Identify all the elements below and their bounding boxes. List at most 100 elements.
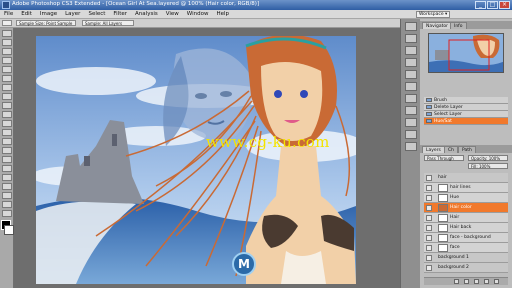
add-mask-icon[interactable] xyxy=(464,279,469,284)
magic-wand-tool-icon[interactable] xyxy=(2,57,12,64)
document-canvas[interactable] xyxy=(36,36,356,284)
actions-panel-icon[interactable] xyxy=(405,94,417,103)
history-row[interactable]: Select Layer xyxy=(424,111,508,118)
brushes-panel-icon[interactable] xyxy=(405,106,417,115)
new-group-icon[interactable] xyxy=(474,279,479,284)
tab-channels[interactable]: Ch xyxy=(444,146,458,153)
menu-image[interactable]: Image xyxy=(36,10,61,19)
sample-size-dropdown[interactable]: Sample Size: Point Sample xyxy=(16,20,76,26)
background-color-swatch[interactable] xyxy=(4,225,14,235)
visibility-eye-icon[interactable] xyxy=(426,225,432,231)
layer-row[interactable]: hair lines xyxy=(424,183,508,193)
styles-panel-icon[interactable] xyxy=(405,70,417,79)
watermark-text: www.cg-ku.com xyxy=(206,133,330,151)
brush-tool-icon[interactable] xyxy=(2,93,12,100)
layer-group-row[interactable]: background 1 xyxy=(424,253,508,263)
paragraph-panel-icon[interactable] xyxy=(405,142,417,151)
visibility-eye-icon[interactable] xyxy=(426,205,432,211)
eyedropper-tool-icon[interactable] xyxy=(2,192,12,199)
layer-row[interactable]: face xyxy=(424,243,508,253)
layer-group-row[interactable]: hair xyxy=(424,173,508,183)
marquee-tool-icon[interactable] xyxy=(2,39,12,46)
tab-info[interactable]: Info xyxy=(450,22,467,29)
layer-row[interactable]: Hue xyxy=(424,193,508,203)
menu-window[interactable]: Window xyxy=(183,10,213,19)
workspace-dropdown[interactable]: Workspace ▾ xyxy=(416,11,450,18)
history-row[interactable]: Brush xyxy=(424,97,508,104)
history-snapshot-thumb xyxy=(426,119,432,123)
history-row-selected[interactable]: Hue/Sat xyxy=(424,118,508,125)
path-selection-tool-icon[interactable] xyxy=(2,174,12,181)
swatches-panel-icon[interactable] xyxy=(405,58,417,67)
color-swatches[interactable] xyxy=(0,220,14,236)
maximize-button[interactable]: □ xyxy=(487,1,498,9)
menu-layer[interactable]: Layer xyxy=(61,10,84,19)
history-snapshot-thumb xyxy=(426,105,432,109)
visibility-eye-icon[interactable] xyxy=(426,175,432,181)
menu-select[interactable]: Select xyxy=(84,10,109,19)
layer-thumbnail xyxy=(438,204,448,212)
menu-edit[interactable]: Edit xyxy=(17,10,36,19)
trash-icon[interactable] xyxy=(494,279,499,284)
tab-layers[interactable]: Layers xyxy=(422,146,445,153)
navigator-thumbnail[interactable] xyxy=(428,33,504,73)
close-button[interactable]: × xyxy=(499,1,510,9)
move-tool-icon[interactable] xyxy=(2,30,12,37)
menu-view[interactable]: View xyxy=(162,10,183,19)
visibility-eye-icon[interactable] xyxy=(426,265,432,271)
lasso-tool-icon[interactable] xyxy=(2,48,12,55)
visibility-eye-icon[interactable] xyxy=(426,185,432,191)
crop-tool-icon[interactable] xyxy=(2,66,12,73)
minimize-button[interactable]: _ xyxy=(475,1,486,9)
blend-mode-dropdown[interactable]: Pass Through xyxy=(424,155,464,161)
window-title: Adobe Photoshop CS3 Extended - [Ocean Gi… xyxy=(12,1,260,7)
character-panel-icon[interactable] xyxy=(405,130,417,139)
menu-filter[interactable]: Filter xyxy=(109,10,131,19)
tab-paths[interactable]: Path xyxy=(458,146,476,153)
tab-navigator[interactable]: Navigator xyxy=(422,22,453,29)
healing-brush-tool-icon[interactable] xyxy=(2,84,12,91)
color-panel-icon[interactable] xyxy=(405,46,417,55)
add-layer-style-icon[interactable] xyxy=(454,279,459,284)
layer-thumbnail xyxy=(438,194,448,202)
eraser-tool-icon[interactable] xyxy=(2,120,12,127)
opacity-field[interactable]: Opacity: 100% xyxy=(468,155,508,161)
fill-field[interactable]: Fill: 100% xyxy=(468,163,508,169)
new-layer-icon[interactable] xyxy=(484,279,489,284)
zoom-tool-icon[interactable] xyxy=(2,210,12,217)
menu-analysis[interactable]: Analysis xyxy=(131,10,162,19)
eyedropper-tool-preset-icon[interactable] xyxy=(2,20,12,26)
visibility-eye-icon[interactable] xyxy=(426,215,432,221)
layer-row-selected[interactable]: Hair color xyxy=(424,203,508,213)
tool-presets-panel-icon[interactable] xyxy=(405,118,417,127)
visibility-eye-icon[interactable] xyxy=(426,245,432,251)
history-brush-tool-icon[interactable] xyxy=(2,111,12,118)
sample-dropdown[interactable]: Sample: All Layers xyxy=(82,20,134,26)
visibility-eye-icon[interactable] xyxy=(426,255,432,261)
menu-file[interactable]: File xyxy=(0,10,17,19)
history-panel-icon[interactable] xyxy=(405,82,417,91)
layers-tab-bar: Layers Ch Path xyxy=(420,145,512,153)
visibility-eye-icon[interactable] xyxy=(426,235,432,241)
slice-tool-icon[interactable] xyxy=(2,75,12,82)
history-snapshot-thumb xyxy=(426,112,432,116)
history-row[interactable]: Delete Layer xyxy=(424,104,508,111)
dodge-tool-icon[interactable] xyxy=(2,147,12,154)
histogram-panel-icon[interactable] xyxy=(405,34,417,43)
layer-row[interactable]: Hair back xyxy=(424,223,508,233)
blur-tool-icon[interactable] xyxy=(2,138,12,145)
layer-row[interactable]: Hair xyxy=(424,213,508,223)
navigator-panel-icon[interactable] xyxy=(405,22,417,31)
layer-row[interactable]: face - background xyxy=(424,233,508,243)
history-label: Hue/Sat xyxy=(434,119,452,124)
pen-tool-icon[interactable] xyxy=(2,156,12,163)
menu-help[interactable]: Help xyxy=(212,10,233,19)
hand-tool-icon[interactable] xyxy=(2,201,12,208)
clone-stamp-tool-icon[interactable] xyxy=(2,102,12,109)
shape-tool-icon[interactable] xyxy=(2,183,12,190)
type-tool-icon[interactable] xyxy=(2,165,12,172)
layer-group-row[interactable]: background 2 xyxy=(424,263,508,273)
gradient-tool-icon[interactable] xyxy=(2,129,12,136)
visibility-eye-icon[interactable] xyxy=(426,195,432,201)
layer-thumbnail xyxy=(438,184,448,192)
